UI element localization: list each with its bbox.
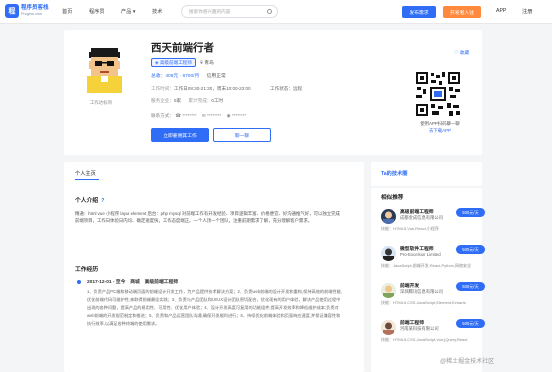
experience-row: 服务企业：5家 累计完成：0工时 [151, 98, 224, 103]
work-experience-heading: 工作经历 [75, 267, 99, 273]
recommend-heading: 相似推荐 [381, 195, 404, 201]
avatar-caption: 工作达标项 [90, 100, 112, 105]
wechat-icon: ✉ [201, 113, 206, 118]
price-badge[interactable]: 500元/天 [456, 208, 485, 217]
qr-code [414, 70, 462, 118]
price-badge[interactable]: 500元/天 [456, 282, 485, 291]
credit-status: 信用正常 [206, 74, 226, 79]
main-content-card [64, 162, 364, 372]
job-header: 2017-12-01 - 至今 商城 高级前端工程师 [87, 280, 179, 285]
price-badge[interactable]: 500元/天 [456, 319, 485, 328]
download-app-link[interactable]: 去下载APP [414, 128, 466, 134]
nav-programmers[interactable]: 程序员 [89, 8, 105, 15]
avatar [82, 45, 127, 95]
intro-heading: 个人介绍? [75, 198, 105, 204]
income-stats: 总收：406元 · 8700/月 信用正常 [151, 72, 226, 79]
qr-caption: 使用APP扫码聊一聊 [420, 121, 460, 126]
developer-name: 微型软件工程师 [400, 247, 434, 252]
nav-tech[interactable]: 技术 [152, 8, 162, 15]
search-icon[interactable] [267, 9, 272, 14]
developer-company: Pro-Excelsior Limited [400, 252, 441, 257]
work-state-value: 远程 [292, 86, 303, 91]
nav-products[interactable]: 产品 ▾ [121, 8, 135, 15]
app-link[interactable]: APP [496, 8, 506, 14]
nav-home[interactable]: 首页 [62, 8, 72, 15]
chat-button[interactable]: 聊一聊 [213, 128, 271, 142]
developer-skills: 技能：HTML5,CSS,JavaScript,Vue,jQuery,React [381, 337, 468, 342]
contact-row: 联系方式： ☎ ******** ✉ ******** ◉ ******** [151, 113, 247, 118]
developer-skills: 技能：JavaScript,前端开发,React,Python,网络安全 [381, 263, 472, 268]
avatar [381, 209, 396, 224]
price-badge[interactable]: 500元/天 [456, 245, 485, 254]
help-icon[interactable]: ? [101, 198, 104, 204]
title-badge: ◈ 高级前端工程师 [151, 58, 196, 67]
developer-name: 前端开发 [400, 284, 420, 289]
logo-text[interactable]: 程序员客栈 Proginn.com [21, 5, 49, 17]
city-label: ⌾ 青岛 [200, 61, 214, 66]
sum-value: 0工时 [211, 98, 224, 103]
avatar [381, 246, 396, 261]
profile-name: 西天前端行者 [151, 42, 214, 54]
job-description: 1、负责产品PC端和移动端页面的前端设计开发工作，为产品提供技术解决方案；2、负… [87, 289, 342, 326]
search-placeholder: 搜索你感兴趣的内容 [189, 9, 231, 14]
contact-masked-2: ******** [207, 113, 222, 118]
favorite-button[interactable]: ♡ 收藏 [454, 49, 469, 56]
developer-name: 高级前端工程师 [400, 210, 434, 215]
tab-personal-home[interactable]: 个人主页 [75, 170, 96, 177]
developer-company: 河南某科技有限公司 [400, 326, 439, 331]
experience-value: 5家 [173, 98, 182, 103]
phone-icon: ☎ [175, 113, 181, 118]
work-time-row: 工作时间：工作日08:30-21:30，周末10:00-23:00 [151, 86, 251, 91]
avatar [381, 320, 396, 335]
contact-masked-3: ******** [231, 113, 247, 118]
contact-masked-1: ******** [182, 113, 197, 118]
recommend-item[interactable]: 高级前端工程师 成都金成信息有限公司 技能：HTML5,Vue,React,小程… [381, 207, 489, 233]
recommend-item[interactable]: 前端开发 深圳腾讯信息有限公司 技能：HTML5,CSS,JavaScript,… [381, 281, 489, 307]
work-state-row: 工作状态：远程 [270, 86, 303, 91]
tab-underline [75, 179, 99, 180]
register-link[interactable]: 注册 [522, 8, 532, 15]
intro-text: 精通：html vue 小程序 layui element 后台：php mys… [75, 211, 340, 223]
qq-icon: ◉ [226, 113, 231, 118]
logo-subtitle: Proginn.com [21, 12, 43, 16]
work-time-value: 工作日08:30-21:30，周末10:00-23:00 [173, 86, 251, 91]
post-requirement-button[interactable]: 发布需求 [402, 6, 436, 18]
watermark: @稀土掘金技术社区 [440, 359, 495, 365]
developer-company: 成都金成信息有限公司 [400, 215, 443, 220]
timeline-dot [77, 280, 81, 284]
site-logo[interactable]: 程 [5, 4, 19, 18]
developer-skills: 技能：HTML5,CSS,JavaScript,Element,Echarts [381, 300, 466, 305]
search-input[interactable]: 搜索你感兴趣的内容 [181, 5, 278, 18]
tech-circle-title[interactable]: Ta的技术圈 [381, 170, 407, 177]
recommend-item[interactable]: 前端工程师 河南某科技有限公司 技能：HTML5,CSS,JavaScript,… [381, 318, 489, 344]
developer-join-button[interactable]: 开发者入驻 [443, 6, 481, 18]
avatar [381, 283, 396, 298]
developer-skills: 技能：HTML5,Vue,React,小程序 [381, 226, 439, 231]
hire-button[interactable]: 立即雇佣其工作 [151, 128, 209, 142]
income-value: 总收：406元 · 8700/月 [151, 74, 200, 79]
developer-name: 前端工程师 [400, 321, 424, 326]
developer-company: 深圳腾讯信息有限公司 [400, 289, 443, 294]
recommend-item[interactable]: 微型软件工程师 Pro-Excelsior Limited 技能：JavaScr… [381, 244, 489, 270]
top-navigation-bar: 程 程序员客栈 Proginn.com 首页 程序员 产品 ▾ 技术 搜索你感兴… [0, 0, 552, 24]
